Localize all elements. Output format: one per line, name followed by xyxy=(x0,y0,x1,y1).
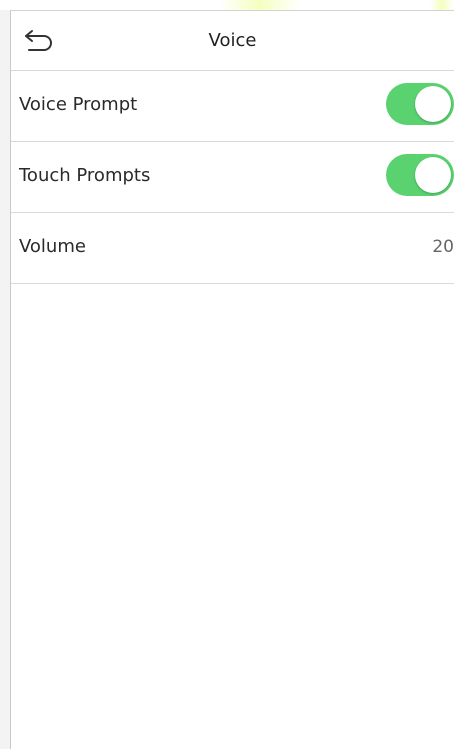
setting-row-voice-prompt[interactable]: Voice Prompt xyxy=(11,71,454,142)
setting-label: Touch Prompts xyxy=(19,165,151,186)
setting-label: Voice Prompt xyxy=(19,94,138,115)
voice-settings-screen: Voice Voice Prompt Touch Prompts Volume … xyxy=(10,10,454,749)
volume-value: 20 xyxy=(432,237,454,257)
voice-prompt-toggle[interactable] xyxy=(386,83,454,125)
touch-prompts-toggle[interactable] xyxy=(386,154,454,196)
setting-label: Volume xyxy=(19,236,86,257)
setting-row-touch-prompts[interactable]: Touch Prompts xyxy=(11,142,454,213)
toggle-knob xyxy=(415,157,451,193)
header-bar: Voice xyxy=(11,11,454,71)
setting-row-volume[interactable]: Volume 20 xyxy=(11,213,454,284)
toggle-knob xyxy=(415,86,451,122)
page-title: Voice xyxy=(208,30,257,51)
